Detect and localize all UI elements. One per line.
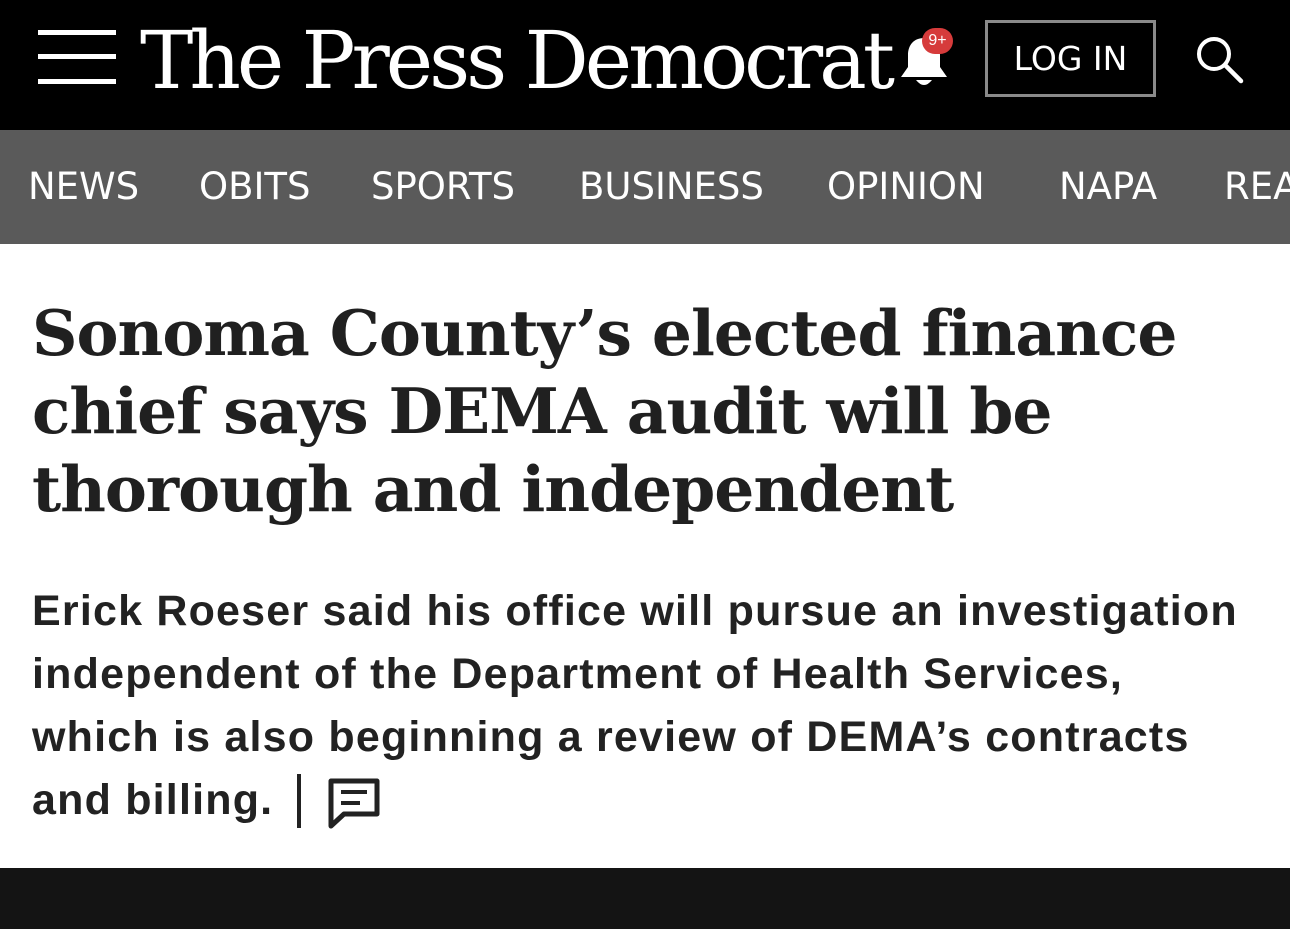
- article-headline[interactable]: Sonoma County’s elected finance chief sa…: [32, 294, 1252, 528]
- nav-item-obits[interactable]: OBITS: [199, 130, 311, 244]
- notifications-button[interactable]: 9+: [896, 28, 960, 92]
- search-icon: [1197, 37, 1244, 84]
- login-button[interactable]: LOG IN: [985, 20, 1156, 97]
- article-dek-text: Erick Roeser said his office will pursue…: [32, 587, 1238, 824]
- nav-item-news[interactable]: NEWS: [28, 130, 139, 244]
- search-button[interactable]: [1194, 34, 1246, 86]
- nav-item-business[interactable]: BUSINESS: [579, 130, 764, 244]
- article-dek: Erick Roeser said his office will pursue…: [32, 580, 1257, 832]
- separator: [297, 774, 302, 828]
- nav-item-sports[interactable]: SPORTS: [371, 130, 515, 244]
- nav-item-opinion[interactable]: OPINION: [827, 130, 985, 244]
- notification-badge: 9+: [922, 28, 953, 54]
- top-header: The Press Democrat 9+ LOG IN: [0, 0, 1290, 130]
- bottom-bar: [0, 868, 1290, 929]
- nav-item-napa[interactable]: NAPA: [1059, 130, 1157, 244]
- section-nav: NEWS OBITS SPORTS BUSINESS OPINION NAPA …: [0, 130, 1290, 244]
- comment-icon[interactable]: [327, 776, 381, 830]
- site-logo[interactable]: The Press Democrat: [140, 6, 895, 116]
- hamburger-menu-icon[interactable]: [38, 30, 116, 86]
- nav-item-real-estate[interactable]: REA: [1224, 130, 1290, 244]
